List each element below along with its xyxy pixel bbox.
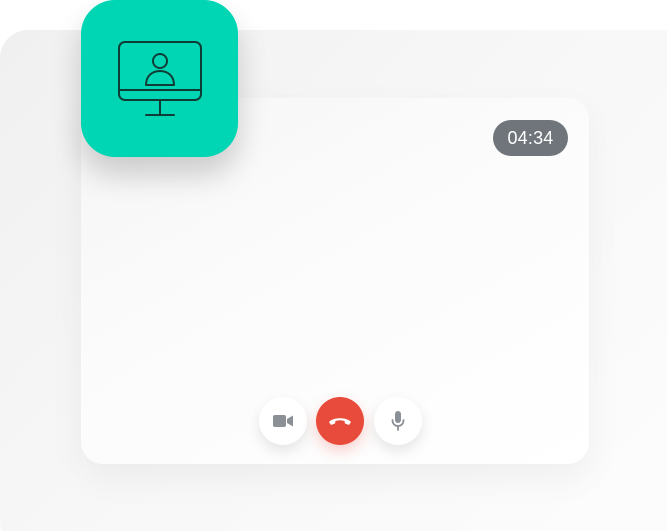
app-icon-tile: [81, 0, 238, 157]
monitor-user-icon: [117, 40, 203, 118]
phone-hangup-icon: [328, 416, 352, 426]
camera-toggle-button[interactable]: [259, 397, 307, 445]
microphone-icon: [391, 411, 405, 431]
call-timer: 04:34: [493, 120, 568, 156]
microphone-toggle-button[interactable]: [374, 397, 422, 445]
video-camera-icon: [273, 414, 293, 428]
video-call-widget: 04:34: [0, 0, 667, 531]
end-call-button[interactable]: [316, 397, 364, 445]
